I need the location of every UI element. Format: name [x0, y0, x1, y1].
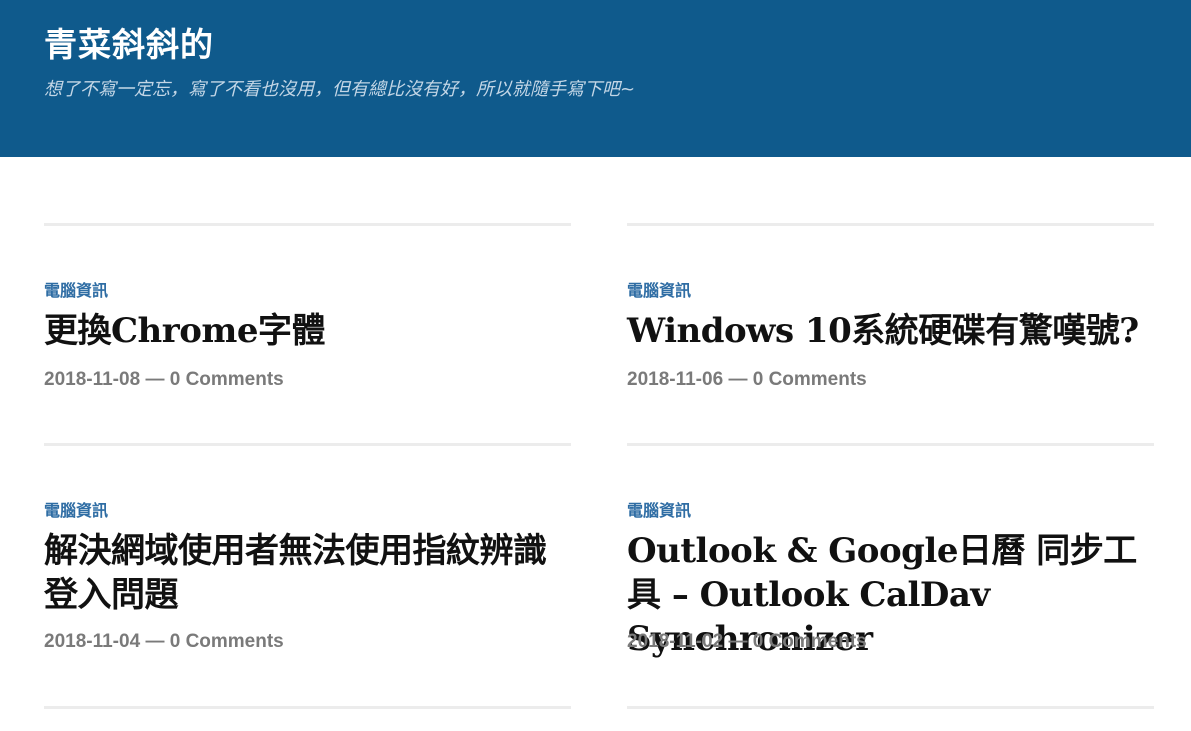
- post-category-link[interactable]: 電腦資訊: [44, 280, 108, 302]
- post-category-link[interactable]: 電腦資訊: [627, 280, 691, 302]
- post-divider: [627, 706, 1154, 709]
- site-description: 想了不寫一定忘，寫了不看也沒用，但有總比沒有好，所以就隨手寫下吧~: [44, 79, 636, 100]
- post-category-link[interactable]: 電腦資訊: [627, 500, 691, 522]
- post-title-link[interactable]: 更換Chrome字體: [44, 309, 574, 353]
- post-comments-link[interactable]: 0 Comments: [170, 631, 284, 652]
- post-comments-link[interactable]: 0 Comments: [753, 369, 867, 390]
- post-category-link[interactable]: 電腦資訊: [44, 500, 108, 522]
- meta-separator: —: [145, 369, 165, 390]
- post-divider: [44, 223, 571, 226]
- post-card: 電腦資訊 Outlook & Google日曆 同步工具 – Outlook C…: [627, 443, 1154, 706]
- site-header: 青菜斜斜的 想了不寫一定忘，寫了不看也沒用，但有總比沒有好，所以就隨手寫下吧~: [0, 0, 1191, 157]
- site-title[interactable]: 青菜斜斜的: [44, 22, 214, 68]
- post-date: 2018-11-02: [627, 631, 724, 652]
- post-date: 2018-11-04: [44, 631, 141, 652]
- meta-separator: —: [145, 631, 165, 652]
- post-divider: [627, 223, 1154, 226]
- meta-separator: —: [728, 369, 748, 390]
- post-card: 電腦資訊 Windows 10系統硬碟有驚嘆號? 2018-11-06 — 0 …: [627, 223, 1154, 443]
- post-comments-link[interactable]: 0 Comments: [170, 369, 284, 390]
- post-meta: 2018-11-08 — 0 Comments: [44, 367, 284, 393]
- post-title-link[interactable]: 解決網域使用者無法使用指紋辨識登入問題: [44, 529, 574, 617]
- post-title-link[interactable]: Windows 10系統硬碟有驚嘆號?: [627, 309, 1157, 353]
- post-meta: 2018-11-04 — 0 Comments: [44, 629, 284, 655]
- post-divider: [44, 706, 571, 709]
- post-divider: [627, 443, 1154, 446]
- post-meta: 2018-11-02 — 0 Comments: [627, 629, 867, 655]
- meta-separator: —: [728, 631, 748, 652]
- post-card: 電腦資訊 解決網域使用者無法使用指紋辨識登入問題 2018-11-04 — 0 …: [44, 443, 571, 706]
- post-meta: 2018-11-06 — 0 Comments: [627, 367, 867, 393]
- post-divider: [44, 443, 571, 446]
- post-date: 2018-11-06: [627, 369, 724, 390]
- post-comments-link[interactable]: 0 Comments: [753, 631, 867, 652]
- post-card: 電腦資訊 更換Chrome字體 2018-11-08 — 0 Comments: [44, 223, 571, 443]
- post-date: 2018-11-08: [44, 369, 141, 390]
